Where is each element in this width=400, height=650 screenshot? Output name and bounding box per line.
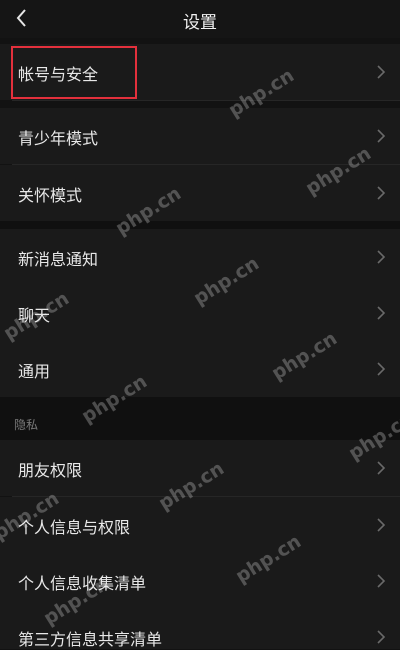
chevron-right-icon bbox=[377, 574, 386, 588]
section-header bbox=[0, 397, 400, 440]
chevron-right-icon bbox=[377, 186, 386, 200]
menu-item-label: 青少年模式 bbox=[18, 129, 99, 148]
divider bbox=[12, 100, 400, 101]
chevron-right-icon bbox=[377, 518, 386, 532]
chevron-right-icon bbox=[377, 306, 386, 320]
menu-item-notifications[interactable]: 新消息通知 bbox=[0, 229, 400, 285]
chevron-right-icon bbox=[377, 250, 386, 264]
menu-item-label: 通用 bbox=[18, 362, 51, 381]
chevron-right-icon bbox=[377, 65, 386, 79]
page-title: 设置 bbox=[183, 13, 217, 33]
menu-item-label: 第三方信息共享清单 bbox=[18, 630, 163, 649]
menu-item-label: 朋友权限 bbox=[18, 461, 83, 480]
menu-item-general[interactable]: 通用 bbox=[0, 341, 400, 397]
highlight-box bbox=[11, 46, 137, 99]
section-gap bbox=[0, 221, 400, 229]
chevron-right-icon bbox=[377, 362, 386, 376]
menu-item-label: 关怀模式 bbox=[18, 186, 83, 205]
chevron-right-icon bbox=[377, 461, 386, 475]
chevron-right-icon bbox=[377, 630, 386, 644]
section-title-privacy: 隐私 bbox=[14, 418, 39, 432]
chevron-right-icon bbox=[377, 129, 386, 143]
menu-item-label: 新消息通知 bbox=[18, 250, 99, 269]
nav-bar: 设置 bbox=[0, 0, 400, 38]
